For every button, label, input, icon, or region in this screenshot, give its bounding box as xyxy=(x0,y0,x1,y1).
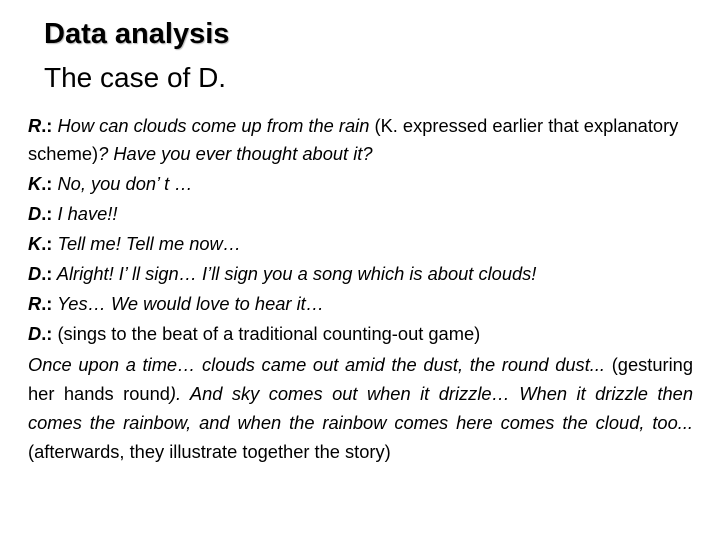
utterance-text: ? Have you ever thought about it? xyxy=(98,143,373,164)
speaker-label: D xyxy=(28,263,42,284)
speaker-separator: .: xyxy=(41,115,53,136)
transcript-line: K.: Tell me! Tell me now… xyxy=(28,230,693,258)
speaker-label: D xyxy=(28,203,42,224)
slide-subtitle: The case of D. xyxy=(44,62,227,93)
utterance-text: Yes… We would love to hear it… xyxy=(52,293,325,314)
speaker-separator: .: xyxy=(41,173,53,194)
transcript-body: R.: How can clouds come up from the rain… xyxy=(28,112,693,466)
transcript-line: R.: Yes… We would love to hear it… xyxy=(28,290,693,318)
speaker-label: K xyxy=(28,173,42,194)
transcript-list: R.: How can clouds come up from the rain… xyxy=(28,112,693,348)
speaker-separator: .: xyxy=(41,233,53,254)
utterance-text: No, you don’ t … xyxy=(52,173,193,194)
transcript-line: D.: Alright! I’ ll sign… I’ll sign you a… xyxy=(28,260,693,288)
utterance-text: Tell me! Tell me now… xyxy=(52,233,242,254)
speaker-label: D xyxy=(28,323,42,344)
transcript-line: D.: (sings to the beat of a traditional … xyxy=(28,320,693,348)
speaker-separator: .: xyxy=(41,293,53,314)
speaker-separator: .: xyxy=(41,203,53,224)
transcript-line: D.: I have!! xyxy=(28,200,693,228)
utterance-text: How can clouds come up from the rain xyxy=(52,115,370,136)
utterance-text: (sings to the beat of a traditional coun… xyxy=(52,323,481,344)
speaker-label: R xyxy=(28,115,42,136)
transcript-line: R.: How can clouds come up from the rain… xyxy=(28,112,693,168)
speaker-separator: .: xyxy=(41,323,53,344)
slide: Data analysis The case of D. R.: How can… xyxy=(0,0,720,540)
slide-title: Data analysis xyxy=(44,18,230,50)
speaker-separator: .: xyxy=(41,263,53,284)
speaker-label: K xyxy=(28,233,42,254)
story-text: Once upon a time… clouds came out amid t… xyxy=(28,354,612,375)
utterance-text: I have!! xyxy=(52,203,118,224)
utterance-text: Alright! I’ ll sign… I’ll sign you a son… xyxy=(52,263,537,284)
transcript-line: K.: No, you don’ t … xyxy=(28,170,693,198)
story-text: (afterwards, they illustrate together th… xyxy=(28,441,391,462)
speaker-label: R xyxy=(28,293,42,314)
story-paragraph: Once upon a time… clouds came out amid t… xyxy=(28,350,693,466)
